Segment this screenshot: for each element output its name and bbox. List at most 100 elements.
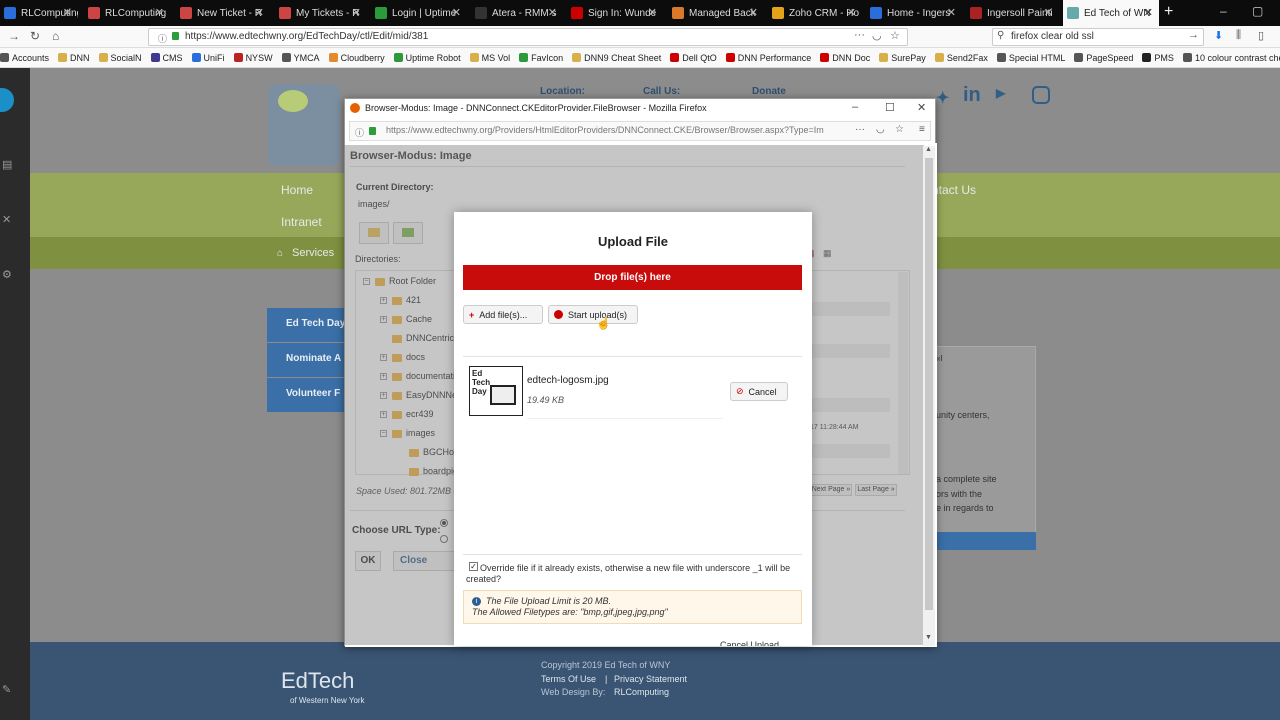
tab-close-icon[interactable]: ✕ [847,6,856,19]
bookmark-item[interactable]: DNN Performance [725,53,811,63]
tab-close-icon[interactable]: ✕ [1044,6,1053,19]
content-icon[interactable]: ▤ [2,158,12,171]
cancel-file-button[interactable]: ⊘ Cancel [730,382,788,401]
settings-icon[interactable]: ⚙ [2,268,12,281]
browser-tab[interactable]: Atera - RMM s ✕ [471,0,563,26]
bookmark-item[interactable]: FavIcon [519,53,563,63]
library-icon[interactable]: ⫼ [1236,29,1241,42]
youtube-icon[interactable]: ▶ [996,86,1005,100]
restore-icon[interactable]: ▢ [1252,4,1263,18]
browser-tab[interactable]: Ed Tech of WN ✕ [1063,0,1159,26]
back-icon[interactable]: → [8,29,20,43]
search-bar[interactable]: firefox clear old ssl [992,28,1204,46]
drop-zone[interactable]: Drop file(s) here [463,265,802,290]
edit-icon[interactable]: ✎ [2,683,11,696]
bookmark-item[interactable]: Send2Fax [934,53,988,63]
privacy-link[interactable]: Privacy Statement [614,674,687,684]
bookmark-item[interactable]: Dell QtO [670,53,717,63]
tab-close-icon[interactable]: ✕ [255,6,264,19]
bookmark-item[interactable]: YMCA [281,53,320,63]
instagram-icon[interactable] [1032,86,1050,104]
popup-minimize-icon[interactable]: – [852,101,858,113]
tab-close-icon[interactable]: ✕ [63,6,72,19]
tab-close-icon[interactable]: ✕ [1144,6,1153,19]
pocket-icon[interactable]: ◡ [872,29,882,42]
bookmark-item[interactable]: Uptime Robot [393,53,461,63]
url-bar[interactable]: https://www.edtechwny.org/EdTechDay/ctl/… [148,28,908,46]
tab-close-icon[interactable]: ✕ [452,6,461,19]
bookmark-item[interactable]: Cloudberry [328,53,385,63]
home-icon[interactable]: ⌂ [52,29,59,43]
search-go-icon[interactable]: → [1188,29,1199,41]
tab-close-icon[interactable]: ✕ [352,6,361,19]
donate-label[interactable]: Donate [752,86,786,97]
tab-close-icon[interactable]: ✕ [947,6,956,19]
popup-url-bar[interactable]: https://www.edtechwny.org/Providers/Html… [349,121,931,141]
tab-close-icon[interactable]: ✕ [749,6,758,19]
add-files-button[interactable]: + Add file(s)... [463,305,543,324]
linkedin-icon[interactable]: in [963,84,981,107]
browser-tab[interactable]: Zoho CRM - Ho ✕ [768,0,862,26]
browser-tab[interactable]: Sign In: Wunde ✕ [567,0,663,26]
popup-more-icon[interactable]: ··· [855,124,865,135]
bookmark-icon [328,53,338,62]
bookmark-item[interactable]: Special HTML [996,53,1065,63]
bookmark-item[interactable]: SurePay [879,53,926,63]
cancel-upload-button[interactable]: Cancel Upload [720,640,800,646]
bookmark-item[interactable]: DNN Doc [820,53,870,63]
sidebar-icon[interactable]: ▯ [1258,29,1264,42]
scroll-up-icon[interactable]: ▲ [925,146,932,153]
tab-close-icon[interactable]: ✕ [648,6,657,19]
tools-icon[interactable]: ✕ [2,213,11,226]
nav-intranet[interactable]: Intranet [281,215,322,229]
browser-tab[interactable]: Managed Back ✕ [668,0,764,26]
bookmark-icon [191,53,201,62]
dnn-logo-icon[interactable] [0,88,14,112]
popup-close-icon[interactable]: ✕ [917,101,926,114]
browser-tab[interactable]: RLComputing ✕ [84,0,170,26]
info-icon[interactable]: ⓘ [158,32,167,45]
popup-scrollbar-thumb[interactable] [925,158,933,610]
bookmark-item[interactable]: PMS [1142,53,1174,63]
browser-tab[interactable]: New Ticket - R ✕ [176,0,270,26]
terms-link[interactable]: Terms Of Use [541,674,596,684]
tab-close-icon[interactable]: ✕ [155,6,164,19]
bookmark-item[interactable]: DNN [58,53,90,63]
bookmark-item[interactable]: PageSpeed [1074,53,1133,63]
nav-home[interactable]: Home [281,183,313,197]
twitter-icon[interactable]: ✦ [936,88,949,108]
bookmark-icon [393,53,403,62]
bookmark-item[interactable]: UniFi [191,53,225,63]
side-content-panel [936,346,1036,550]
download-icon[interactable]: ⬇ [1214,29,1223,42]
popup-pocket-icon[interactable]: ◡ [876,124,885,135]
start-upload-button[interactable]: Start upload(s) [548,305,638,324]
tab-close-icon[interactable]: ✕ [548,6,557,19]
new-tab-button[interactable]: + [1164,3,1173,21]
browser-tab[interactable]: My Tickets - R ✕ [275,0,367,26]
browser-tab[interactable]: Home - Ingers ✕ [866,0,962,26]
bookmark-item[interactable]: DNN9 Cheat Sheet [572,53,661,63]
scroll-down-icon[interactable]: ▼ [925,634,932,641]
popup-maximize-icon[interactable]: ☐ [885,101,895,114]
popup-info-icon[interactable]: ⓘ [355,126,364,139]
browser-tab[interactable]: RLComputing ✕ [0,0,78,26]
bookmark-item[interactable]: 10 colour contrast che... [1182,53,1280,63]
reload-icon[interactable]: ↻ [30,29,40,43]
bookmark-item[interactable]: CMS [150,53,183,63]
bookmark-item[interactable]: NYSW [233,53,273,63]
nav-services[interactable]: Services [292,247,334,259]
bookmark-item[interactable]: Accounts [0,53,49,63]
bookmark-item[interactable]: SocialN [98,53,142,63]
minimize-icon[interactable]: – [1220,4,1227,18]
page-actions-icon[interactable]: ··· [854,29,865,41]
nav-contact[interactable]: ntact Us [932,183,976,197]
browser-tab[interactable]: Login | Uptime ✕ [371,0,467,26]
web-design-link[interactable]: RLComputing [614,687,669,697]
popup-menu-icon[interactable]: ≡ [919,124,925,135]
footer-logo[interactable]: EdTech [281,668,354,694]
bookmark-star-icon[interactable]: ☆ [890,29,900,42]
browser-tab[interactable]: Ingersoll Painti ✕ [966,0,1059,26]
popup-star-icon[interactable]: ☆ [895,124,904,135]
bookmark-item[interactable]: MS Vol [469,53,510,63]
